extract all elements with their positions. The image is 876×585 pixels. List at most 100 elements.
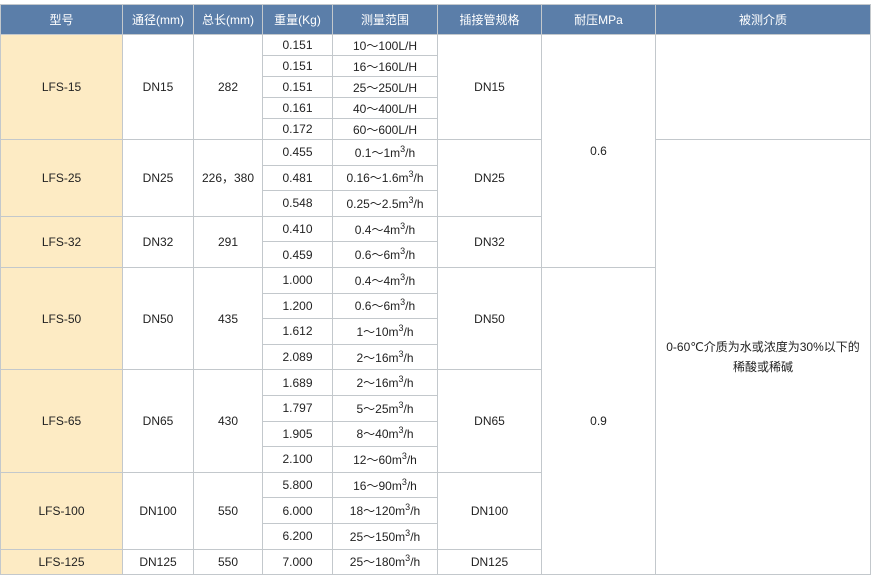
- weight-cell: 0.410: [262, 215, 333, 243]
- bore-cell: DN100: [122, 471, 194, 550]
- bore-cell: DN25: [122, 139, 194, 217]
- weight-cell: 2.089: [262, 343, 333, 371]
- range-cell: 25～250L/H: [332, 76, 438, 98]
- range-unit: /h: [410, 555, 421, 570]
- pressure-cell: 0.6: [541, 34, 656, 268]
- pipe-cell: DN15: [437, 34, 542, 140]
- range-value: 0.1～1m: [354, 145, 401, 160]
- range-value: 25～250L/H: [352, 80, 418, 95]
- medium-cell: 0-60℃介质为水或浓度为30%以下的稀酸或稀碱: [655, 138, 871, 576]
- range-cell: 5～25m3/h: [332, 394, 438, 422]
- range-unit: /h: [405, 299, 416, 314]
- length-cell: 550: [193, 471, 263, 550]
- range-value: 16～160L/H: [352, 59, 418, 74]
- bore-cell: DN125: [122, 548, 194, 576]
- range-cell: 60～600L/H: [332, 118, 438, 140]
- weight-cell: 0.548: [262, 190, 333, 217]
- range-unit: /h: [403, 350, 414, 365]
- range-value: 60～600L/H: [352, 122, 418, 137]
- range-unit: /h: [406, 478, 417, 493]
- bore-cell: DN32: [122, 215, 194, 268]
- length-cell: 282: [193, 34, 263, 140]
- range-value: 25～180m: [349, 555, 406, 570]
- header-pressure: 耐压MPa: [541, 4, 656, 35]
- weight-cell: 0.459: [262, 241, 333, 268]
- model-cell: LFS-25: [0, 139, 123, 217]
- weight-cell: 6.000: [262, 497, 333, 524]
- weight-cell: 0.161: [262, 97, 333, 119]
- pipe-cell: DN125: [437, 548, 542, 576]
- range-cell: 0.25～2.5m3/h: [332, 190, 438, 217]
- range-value: 2～16m: [356, 376, 399, 391]
- range-value: 0.6～6m: [354, 299, 401, 314]
- spec-table: 型号 通径(mm) 总长(mm) 重量(Kg) 测量范围 插接管规格 耐压MPa…: [0, 4, 871, 576]
- table-body: LFS-15 DN15 282 0.151 10～100L/H DN15 0.6 0.151 1…: [0, 34, 871, 576]
- range-value: 0.4～4m: [354, 273, 401, 288]
- weight-cell: 1.612: [262, 318, 333, 345]
- model-cell: LFS-32: [0, 215, 123, 268]
- range-cell: 25～180m3/h: [332, 548, 438, 576]
- range-value: 1～10m: [356, 324, 399, 339]
- range-unit: /h: [403, 427, 414, 442]
- header-length: 总长(mm): [193, 4, 263, 35]
- weight-cell: 0.151: [262, 55, 333, 77]
- pipe-cell: DN25: [437, 139, 542, 217]
- header-medium: 被测介质: [655, 4, 871, 35]
- length-cell: 430: [193, 369, 263, 473]
- range-unit: /h: [406, 452, 417, 467]
- range-cell: 2～16m3/h: [332, 343, 438, 371]
- range-value: 18～120m: [349, 504, 406, 519]
- bore-cell: DN65: [122, 369, 194, 473]
- range-value: 0.16～1.6m: [346, 171, 409, 186]
- range-value: 8～40m: [356, 427, 399, 442]
- range-cell: 16～90m3/h: [332, 471, 438, 499]
- medium-top-cell: [655, 34, 871, 140]
- range-unit: /h: [410, 529, 421, 544]
- range-cell: 0.4～4m3/h: [332, 266, 438, 294]
- range-unit: /h: [413, 196, 424, 211]
- range-unit: /h: [403, 324, 414, 339]
- table-row: LFS-15 DN15 282 0.151 10～100L/H DN15 0.6: [0, 34, 871, 268]
- weight-cell: 1.689: [262, 369, 333, 396]
- weight-cell: 1.000: [262, 266, 333, 294]
- range-cell: 0.6～6m3/h: [332, 241, 438, 268]
- table-row: LFS-25 DN25 226，380 0.455 0.1～1m3/h DN25 0-60℃…: [0, 138, 871, 576]
- table-header: 型号 通径(mm) 总长(mm) 重量(Kg) 测量范围 插接管规格 耐压MPa…: [0, 4, 871, 35]
- weight-cell: 0.455: [262, 139, 333, 166]
- range-cell: 0.1～1m3/h: [332, 139, 438, 166]
- range-value: 16～90m: [353, 478, 402, 493]
- range-unit: /h: [410, 504, 421, 519]
- range-unit: /h: [405, 145, 416, 160]
- length-cell: 226，380: [193, 139, 263, 217]
- range-unit: /h: [405, 248, 416, 263]
- range-cell: 0.16～1.6m3/h: [332, 164, 438, 192]
- header-bore: 通径(mm): [122, 4, 194, 35]
- header-pipe: 插接管规格: [437, 4, 542, 35]
- range-cell: 12～60m3/h: [332, 446, 438, 473]
- weight-cell: 5.800: [262, 471, 333, 499]
- length-cell: 291: [193, 215, 263, 268]
- range-cell: 1～10m3/h: [332, 318, 438, 345]
- range-cell: 2～16m3/h: [332, 369, 438, 396]
- weight-cell: 0.172: [262, 118, 333, 140]
- model-cell: LFS-50: [0, 266, 123, 371]
- range-cell: 8～40m3/h: [332, 420, 438, 448]
- range-cell: 0.4～4m3/h: [332, 215, 438, 243]
- range-cell: 10～100L/H: [332, 34, 438, 56]
- bore-cell: DN15: [122, 34, 194, 140]
- length-cell: 435: [193, 266, 263, 371]
- model-cell: LFS-100: [0, 471, 123, 550]
- range-unit: /h: [403, 401, 414, 416]
- range-value: 2～16m: [356, 350, 399, 365]
- range-value: 12～60m: [353, 452, 402, 467]
- weight-cell: 0.151: [262, 34, 333, 56]
- weight-cell: 2.100: [262, 446, 333, 473]
- header-weight: 重量(Kg): [262, 4, 333, 35]
- weight-cell: 1.200: [262, 292, 333, 320]
- range-value: 10～100L/H: [352, 38, 418, 53]
- weight-cell: 6.200: [262, 522, 333, 550]
- range-value: 0.25～2.5m: [346, 196, 409, 211]
- range-cell: 0.6～6m3/h: [332, 292, 438, 320]
- range-unit: /h: [405, 273, 416, 288]
- weight-cell: 7.000: [262, 548, 333, 576]
